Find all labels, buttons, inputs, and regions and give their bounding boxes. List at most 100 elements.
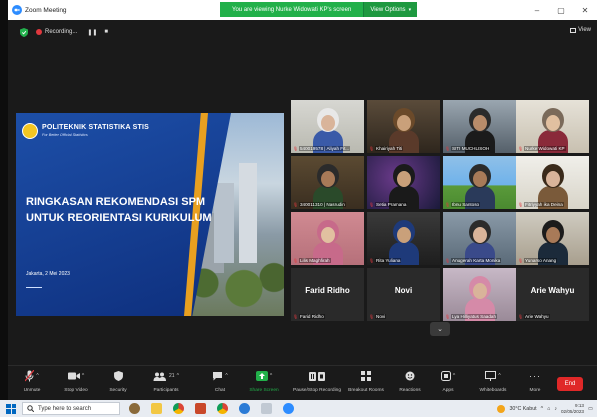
file-explorer-icon[interactable] bbox=[151, 403, 162, 414]
participant-tile[interactable]: 🎙 SITI MUCHLISOH bbox=[443, 100, 516, 153]
muted-mic-icon: 🎙 bbox=[445, 258, 451, 263]
stop-video-button[interactable]: ^ Stop Video bbox=[54, 369, 98, 393]
taskbar-app-icon[interactable] bbox=[129, 403, 140, 414]
participant-tile[interactable]: 🎙 Nurke Widowati KP bbox=[516, 100, 589, 153]
shared-screen-slide: POLITEKNIK STATISTIKA STIS For Better Of… bbox=[16, 113, 284, 316]
participant-tile[interactable]: 🎙 Yunarso Anang bbox=[516, 212, 589, 265]
participant-caption: 🎙 Arie Wahyu bbox=[518, 314, 550, 319]
muted-mic-icon: 🎙 bbox=[369, 202, 375, 207]
windows-taskbar: Type here to search 30°C Kabut ^ ⌂ ♪ 9:1… bbox=[0, 400, 597, 417]
participant-caption: 🎙 Lilis Maghfirah bbox=[293, 258, 331, 263]
powerpoint-icon[interactable] bbox=[195, 403, 206, 414]
chrome-profile-icon[interactable] bbox=[217, 403, 228, 414]
chat-bubble-icon bbox=[213, 372, 223, 381]
muted-mic-icon: 🎙 bbox=[369, 314, 375, 319]
more-button[interactable]: ··· More bbox=[513, 369, 557, 393]
participant-tile[interactable]: 🎙 Rita Yuliana bbox=[367, 212, 440, 265]
security-button[interactable]: Security bbox=[96, 369, 140, 393]
participant-caption: 🎙 Ibnu Santoso bbox=[445, 202, 481, 207]
participant-tile[interactable]: Farid Ridho 🎙 Farid Ridho bbox=[291, 268, 364, 321]
participant-tile[interactable]: 🎙 Ibnu Santoso bbox=[443, 156, 516, 209]
view-button[interactable]: View bbox=[570, 27, 591, 33]
slide-tagline: For Better Official Statistics bbox=[42, 133, 88, 137]
pause-stop-recording-button[interactable]: Pause/Stop Recording bbox=[289, 369, 345, 393]
participant-tile[interactable]: 🎙 Setia Pramana bbox=[367, 156, 440, 209]
muted-mic-icon: 🎙 bbox=[293, 314, 299, 319]
unmute-button[interactable]: ^ Unmute bbox=[10, 369, 54, 393]
window-controls: – ▢ ✕ bbox=[525, 0, 597, 20]
share-screen-icon bbox=[255, 371, 268, 381]
left-edge bbox=[0, 0, 8, 417]
participant-tile[interactable]: Arie Wahyu 🎙 Arie Wahyu bbox=[516, 268, 589, 321]
window-title: Zoom Meeting bbox=[25, 6, 67, 14]
viewing-message: You are viewing Nurke Widowati KP's scre… bbox=[220, 2, 364, 17]
windows-start-icon[interactable] bbox=[6, 403, 16, 414]
participant-name: Anugerah Karta Monika bbox=[451, 258, 502, 263]
participant-name: Ibnu Santoso bbox=[451, 202, 481, 207]
breakout-rooms-icon bbox=[361, 371, 371, 381]
view-options-button[interactable]: View Options ▾ bbox=[363, 2, 418, 17]
shield-icon[interactable] bbox=[20, 27, 28, 37]
stis-logo-icon bbox=[22, 123, 38, 139]
participant-caption: 🎙 SITI MUCHLISOH bbox=[445, 146, 491, 151]
zoom-taskbar-icon[interactable] bbox=[283, 403, 294, 414]
screen-share-banner: You are viewing Nurke Widowati KP's scre… bbox=[220, 2, 418, 17]
slide-divider bbox=[26, 287, 42, 288]
participant-caption: 🎙 Khairiyah Titi bbox=[369, 146, 404, 151]
end-meeting-button[interactable]: End bbox=[557, 377, 583, 391]
taskbar-clock[interactable]: 9:13 02/05/2023 bbox=[561, 403, 584, 414]
network-icon[interactable]: ⌂ bbox=[547, 406, 550, 412]
share-screen-button[interactable]: ^ Share Screen bbox=[242, 369, 286, 393]
edge-icon[interactable] bbox=[239, 403, 250, 414]
apps-icon bbox=[440, 371, 451, 381]
muted-mic-icon: 🎙 bbox=[369, 258, 375, 263]
muted-mic-icon: 🎙 bbox=[293, 202, 299, 207]
chrome-icon[interactable] bbox=[173, 403, 184, 414]
participant-name: 540019578 | Aliyah Fit... bbox=[299, 146, 351, 151]
stop-recording-icon[interactable]: ■ bbox=[104, 29, 108, 36]
muted-mic-icon bbox=[25, 370, 35, 382]
participant-caption: 🎙 Anugerah Karta Monika bbox=[445, 258, 502, 263]
grid-view-icon bbox=[570, 27, 577, 33]
chat-button[interactable]: ^ Chat bbox=[198, 369, 242, 393]
participant-name: Arie Wahyu bbox=[524, 314, 550, 319]
close-button[interactable]: ✕ bbox=[573, 0, 597, 20]
participant-display-name: Novi bbox=[394, 286, 413, 295]
files-icon[interactable] bbox=[261, 403, 272, 414]
slide-institution: POLITEKNIK STATISTIKA STIS bbox=[42, 124, 149, 131]
volume-icon[interactable]: ♪ bbox=[554, 406, 557, 412]
participant-tile[interactable]: 🎙 Lya Hilliyatus Saadah bbox=[443, 268, 516, 321]
participants-button[interactable]: 21 ^ Participants bbox=[144, 369, 188, 393]
restore-button[interactable]: ▢ bbox=[549, 0, 573, 20]
participant-name: Fitriyyah ika Deina bbox=[524, 202, 564, 207]
participant-tile[interactable]: 🎙 540019578 | Aliyah Fit... bbox=[291, 100, 364, 153]
weather-text[interactable]: 30°C Kabut bbox=[509, 406, 536, 412]
notifications-icon[interactable]: ▭ bbox=[588, 406, 593, 412]
participant-caption: 🎙 340011310 | Nasrudin bbox=[293, 202, 346, 207]
participant-tile[interactable]: 🎙 Fitriyyah ika Deina bbox=[516, 156, 589, 209]
participants-count: 21 bbox=[169, 373, 175, 379]
participant-name: Setia Pramana bbox=[375, 202, 408, 207]
taskbar-search[interactable]: Type here to search bbox=[22, 402, 120, 415]
whiteboards-button[interactable]: ^ Whiteboards bbox=[471, 369, 515, 393]
muted-mic-icon: 🎙 bbox=[445, 146, 451, 151]
participant-tile[interactable]: 🎙 Anugerah Karta Monika bbox=[443, 212, 516, 265]
participant-tile[interactable]: Novi 🎙 Novi bbox=[367, 268, 440, 321]
shield-icon bbox=[113, 371, 123, 381]
participant-tile[interactable]: 🎙 Lilis Maghfirah bbox=[291, 212, 364, 265]
apps-button[interactable]: ^ Apps bbox=[426, 369, 470, 393]
participant-tile[interactable]: 🎙 Khairiyah Titi bbox=[367, 100, 440, 153]
whiteboard-icon bbox=[485, 371, 497, 381]
muted-mic-icon: 🎙 bbox=[293, 146, 299, 151]
pause-recording-icon[interactable]: ❚❚ bbox=[87, 29, 97, 36]
expand-gallery-button[interactable]: ⌄ bbox=[430, 322, 450, 336]
weather-icon bbox=[497, 404, 506, 413]
participant-tile[interactable]: 🎙 340011310 | Nasrudin bbox=[291, 156, 364, 209]
tray-chevron-icon[interactable]: ^ bbox=[541, 406, 544, 412]
breakout-rooms-button[interactable]: Breakout Rooms bbox=[344, 369, 388, 393]
taskbar-apps bbox=[129, 403, 294, 414]
more-dots-icon: ··· bbox=[529, 371, 541, 381]
minimize-button[interactable]: – bbox=[525, 0, 549, 20]
participant-caption: 🎙 Setia Pramana bbox=[369, 202, 408, 207]
participant-name: Lilis Maghfirah bbox=[299, 258, 331, 263]
